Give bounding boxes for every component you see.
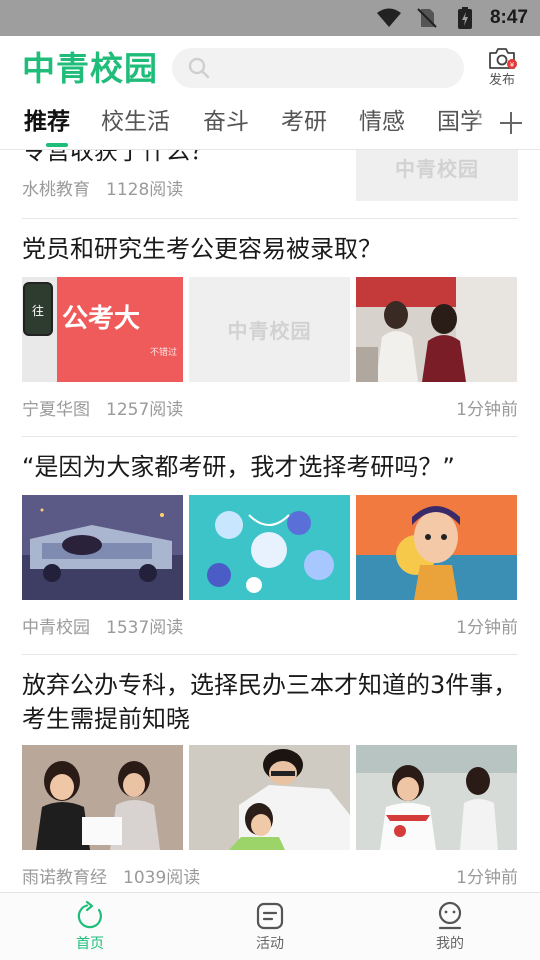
publish-label: 发布 bbox=[488, 73, 515, 88]
tab-striving[interactable]: 奋斗 bbox=[203, 106, 249, 138]
tab-postgrad-exam[interactable]: 考研 bbox=[281, 106, 327, 138]
nav-activity-label: 活动 bbox=[256, 936, 284, 952]
category-tabs: 推荐 校生活 奋斗 考研 情感 国学 bbox=[0, 100, 540, 150]
refresh-icon bbox=[75, 900, 105, 931]
article-thumbnails: 往 公考大 不错过 中青校园 bbox=[22, 277, 518, 382]
nav-home-label: 首页 bbox=[76, 936, 104, 952]
article-item[interactable]: 令营收获了什么？ 水桃教育 1128阅读 中青校园 bbox=[22, 150, 518, 218]
article-image-exam-hall-photo bbox=[356, 745, 517, 850]
divider bbox=[22, 654, 518, 655]
add-tab-icon[interactable] bbox=[496, 108, 526, 138]
article-time: 1分钟前 bbox=[456, 400, 518, 420]
article-time: 1分钟前 bbox=[456, 868, 518, 888]
status-time: 8:47 bbox=[489, 7, 528, 28]
camera-icon: ¥ bbox=[487, 46, 517, 72]
app-header: 中青校园 ¥ 发布 bbox=[0, 36, 540, 100]
article-image-classroom-photo bbox=[189, 745, 350, 850]
nav-profile[interactable]: 我的 bbox=[405, 901, 495, 955]
article-image-placeholder: 中青校园 bbox=[189, 277, 350, 382]
article-time: 1分钟前 bbox=[456, 618, 518, 638]
svg-text:¥: ¥ bbox=[510, 61, 515, 69]
article-image-exam: 往 公考大 不错过 bbox=[22, 277, 183, 382]
article-title: 党员和研究生考公更容易被录取？ bbox=[22, 235, 382, 263]
tab-campus-life[interactable]: 校生活 bbox=[101, 106, 170, 138]
article-image-boy-illustration bbox=[356, 495, 517, 600]
nav-profile-label: 我的 bbox=[436, 936, 464, 952]
article-title: 令营收获了什么？ bbox=[22, 150, 214, 165]
article-title: 放弃公办专科，选择民办三本才知道的3件事，考生需提前知晓 bbox=[22, 671, 518, 733]
article-title: “是因为大家都考研，我才选择考研吗？” bbox=[22, 453, 455, 481]
wifi-icon bbox=[376, 7, 402, 29]
article-source: 雨诺教育经 bbox=[22, 868, 107, 888]
article-meta: 中青校园 1537阅读 bbox=[22, 616, 183, 640]
active-tab-indicator bbox=[46, 143, 68, 147]
publish-button[interactable]: ¥ 发布 bbox=[480, 46, 524, 94]
placeholder-logo: 中青校园 bbox=[395, 157, 479, 181]
profile-icon bbox=[435, 901, 465, 931]
article-image-car-illustration bbox=[22, 495, 183, 600]
divider bbox=[22, 218, 518, 219]
article-source: 水桃教育 bbox=[22, 180, 90, 200]
status-bar: 8:47 bbox=[0, 0, 540, 36]
article-thumbnails bbox=[22, 745, 518, 850]
bottom-navigation: 首页 活动 我的 bbox=[0, 892, 540, 960]
article-image-photo bbox=[356, 277, 517, 382]
note-icon bbox=[255, 901, 285, 931]
article-meta: 雨诺教育经 1039阅读 bbox=[22, 866, 200, 890]
svg-text:往: 往 bbox=[32, 303, 44, 318]
placeholder-logo: 中青校园 bbox=[227, 319, 312, 343]
nav-activity[interactable]: 活动 bbox=[225, 901, 315, 955]
search-input[interactable] bbox=[172, 48, 464, 88]
tab-recommend[interactable]: 推荐 bbox=[24, 106, 70, 138]
nav-home[interactable]: 首页 bbox=[45, 900, 135, 955]
divider bbox=[22, 436, 518, 437]
article-item[interactable]: 党员和研究生考公更容易被录取？ 往 公考大 不错过 中青校园 宁夏华图 1257… bbox=[22, 232, 518, 432]
image-headline: 公考大 bbox=[62, 304, 140, 334]
article-reads: 1537阅读 bbox=[106, 618, 184, 638]
article-feed: 令营收获了什么？ 水桃教育 1128阅读 中青校园 党员和研究生考公更容易被录取… bbox=[0, 150, 540, 892]
no-sim-icon bbox=[414, 7, 440, 29]
article-reads: 1039阅读 bbox=[123, 868, 201, 888]
article-item[interactable]: 放弃公办专科，选择民办三本才知道的3件事，考生需提前知晓 雨诺教育经 1039阅… bbox=[22, 668, 518, 892]
article-image-flowers-illustration bbox=[189, 495, 350, 600]
battery-charging-icon bbox=[452, 7, 478, 29]
app-logo: 中青校园 bbox=[22, 49, 158, 88]
article-thumbnails bbox=[22, 495, 518, 600]
article-item[interactable]: “是因为大家都考研，我才选择考研吗？” 中青校园 1537阅读 1分钟前 bbox=[22, 450, 518, 650]
article-source: 宁夏华图 bbox=[22, 400, 90, 420]
article-image-students-photo bbox=[22, 745, 183, 850]
search-icon bbox=[188, 57, 210, 79]
article-meta: 水桃教育 1128阅读 bbox=[22, 178, 183, 202]
article-thumbnail: 中青校园 bbox=[356, 150, 518, 201]
article-reads: 1128阅读 bbox=[106, 180, 184, 200]
article-source: 中青校园 bbox=[22, 618, 90, 638]
image-subtext: 不错过 bbox=[150, 346, 177, 358]
article-reads: 1257阅读 bbox=[106, 400, 184, 420]
tab-emotion[interactable]: 情感 bbox=[359, 106, 405, 138]
article-meta: 宁夏华图 1257阅读 bbox=[22, 398, 183, 422]
